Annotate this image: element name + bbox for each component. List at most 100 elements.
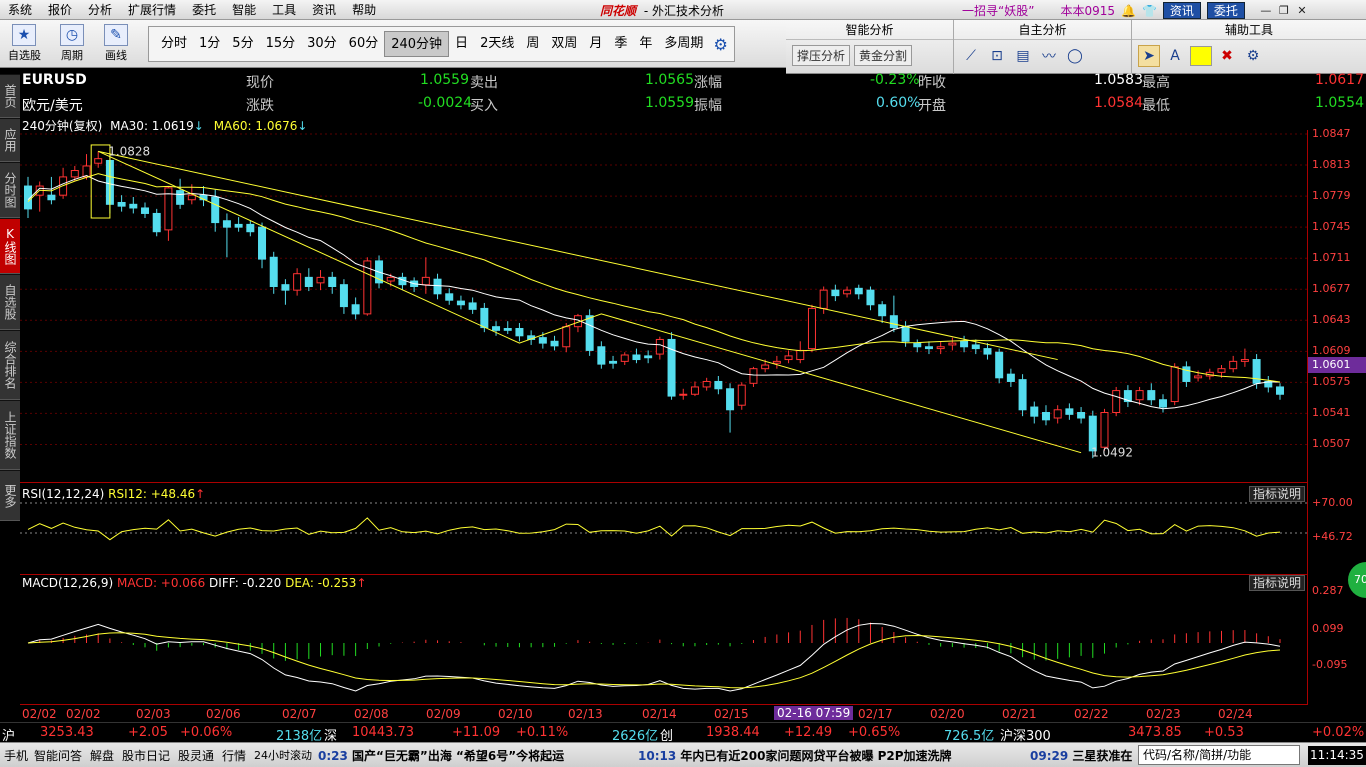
tab-home[interactable]: 首页 xyxy=(0,74,20,118)
news-button[interactable]: 资讯 xyxy=(1162,2,1201,19)
minimize-icon[interactable]: — xyxy=(1259,4,1273,18)
date-tick: 02/13 xyxy=(568,707,603,721)
date-tick: 02/02 xyxy=(22,707,57,721)
period-2[interactable]: 1分 xyxy=(193,31,226,57)
channel-tool-icon[interactable]: ▤ xyxy=(1012,45,1034,67)
candle-body xyxy=(1041,412,1050,421)
golden-section-button[interactable]: 黄金分割 xyxy=(854,45,913,66)
period-6[interactable]: 60分 xyxy=(343,31,385,57)
status-market[interactable]: 行情 xyxy=(222,747,246,764)
rsi-panel[interactable] xyxy=(20,482,1308,574)
draw-tool[interactable]: ✎ 画线 xyxy=(100,24,132,63)
menu-item-analysis[interactable]: 分析 xyxy=(80,1,120,18)
rsi-chart[interactable] xyxy=(20,483,1308,575)
shirt-icon[interactable]: 👕 xyxy=(1142,4,1157,18)
period-9[interactable]: 2天线 xyxy=(474,31,520,57)
news-item-2[interactable]: 10:13 年内已有近200家问题网贷平台被曝 P2P加速洗牌 xyxy=(638,747,952,764)
period-13[interactable]: 季 xyxy=(608,31,633,57)
rsi-help-button[interactable]: 指标说明 xyxy=(1249,486,1306,502)
rect-tool-icon[interactable]: ⊡ xyxy=(986,45,1008,67)
tab-watchlist[interactable]: 自选股 xyxy=(0,274,20,330)
menu-item-tools[interactable]: 工具 xyxy=(264,1,304,18)
menu-item-extended[interactable]: 扩展行情 xyxy=(120,1,184,18)
status-qa[interactable]: 智能问答 xyxy=(34,747,82,764)
macd-help-button[interactable]: 指标说明 xyxy=(1249,575,1306,591)
period-15[interactable]: 多周期 xyxy=(658,31,709,57)
period-4[interactable]: 15分 xyxy=(260,31,302,57)
period-3[interactable]: 5分 xyxy=(226,31,259,57)
value-high: 1.0617 xyxy=(1315,72,1364,88)
period-8[interactable]: 日 xyxy=(449,31,474,57)
maximize-icon[interactable]: ❐ xyxy=(1277,4,1291,18)
cursor-icon[interactable]: ➤ xyxy=(1138,45,1160,67)
menu-item-trade[interactable]: 委托 xyxy=(184,1,224,18)
menu-item-system[interactable]: 系统 xyxy=(0,1,40,18)
status-mobile[interactable]: 手机 xyxy=(4,747,28,764)
period-7[interactable]: 240分钟 xyxy=(384,31,450,57)
rsi-arrow: ↑ xyxy=(195,487,206,501)
period-5[interactable]: 30分 xyxy=(301,31,343,57)
delete-icon[interactable]: ✖ xyxy=(1216,45,1238,67)
tab-intraday[interactable]: 分时图 xyxy=(0,162,20,218)
candle-body xyxy=(386,276,395,282)
status-rolling[interactable]: 24小时滚动 xyxy=(254,747,312,763)
value-buy: 1.0559 xyxy=(645,95,694,111)
status-diary[interactable]: 股市日记 xyxy=(122,747,170,764)
tab-ranking[interactable]: 综合排名 xyxy=(0,330,20,400)
period-10[interactable]: 周 xyxy=(520,31,545,57)
gear-icon[interactable]: ⚙ xyxy=(713,35,727,54)
candle-body xyxy=(1018,379,1027,411)
close-icon[interactable]: ✕ xyxy=(1295,4,1309,18)
kline-chart[interactable]: 1.0828 1.0492 xyxy=(20,130,1308,482)
tab-more[interactable]: 更多 xyxy=(0,470,20,521)
label-sell: 卖出 xyxy=(470,75,498,91)
text-tool-icon[interactable]: A xyxy=(1164,45,1186,67)
date-tick: 02/22 xyxy=(1074,707,1109,721)
news-time-1: 0:23 xyxy=(318,749,348,763)
search-input[interactable]: 代码/名称/简拼/功能 xyxy=(1138,745,1300,765)
news-item-1[interactable]: 0:23 国产“巨无霸”出海 “希望6号”今将起运 xyxy=(318,747,564,764)
trade-button[interactable]: 委托 xyxy=(1206,2,1245,19)
period-14[interactable]: 年 xyxy=(633,31,658,57)
candle-body xyxy=(866,289,875,306)
brand-logo: 同花顺 xyxy=(600,4,637,18)
line-tool-icon[interactable]: ⟋ xyxy=(960,45,982,67)
support-resistance-button[interactable]: 撑压分析 xyxy=(792,45,851,66)
period-tool[interactable]: ◷ 周期 xyxy=(56,24,88,63)
menu-item-help[interactable]: 帮助 xyxy=(344,1,384,18)
macd-panel[interactable] xyxy=(20,574,1308,704)
kline-panel[interactable]: 1.0828 1.0492 xyxy=(20,130,1308,482)
bell-icon[interactable]: 🔔 xyxy=(1121,4,1136,18)
news-item-3[interactable]: 09:29 三星获准在 xyxy=(1030,747,1132,764)
aux-tools-group: 辅助工具 ➤ A ✖ ⚙ xyxy=(1132,20,1366,74)
settings-icon[interactable]: ⚙ xyxy=(1242,45,1264,67)
status-notify[interactable]: 股灵通 xyxy=(178,747,214,764)
candle-body xyxy=(538,337,547,344)
color-picker[interactable] xyxy=(1190,46,1212,66)
tab-kline[interactable]: K线图 xyxy=(0,218,20,274)
wave-tool-icon[interactable]: 〰 xyxy=(1038,45,1060,67)
circle-tool-icon[interactable]: ◯ xyxy=(1064,45,1086,67)
menu-item-quote[interactable]: 报价 xyxy=(40,1,80,18)
tab-shanghai-index[interactable]: 上证指数 xyxy=(0,400,20,470)
label-high: 最高 xyxy=(1142,75,1170,91)
candle-body xyxy=(901,326,910,342)
candle-body xyxy=(913,342,922,348)
status-analysis[interactable]: 解盘 xyxy=(90,747,114,764)
price-axis: 1.0601 1.0847 1.0813 1.0779 1.0745 1.0711 1.0… xyxy=(1308,127,1366,482)
period-12[interactable]: 月 xyxy=(583,31,608,57)
price-tick: 1.0643 xyxy=(1312,313,1351,327)
menu-item-news[interactable]: 资讯 xyxy=(304,1,344,18)
ad-link[interactable]: 一招寻“妖股” xyxy=(962,2,1034,19)
tab-apps[interactable]: 应用 xyxy=(0,118,20,162)
app-window: 系统 报价 分析 扩展行情 委托 智能 工具 资讯 帮助 同花顺 - 外汇技术分… xyxy=(0,0,1366,767)
candle-body xyxy=(1053,409,1062,419)
candle-body xyxy=(831,289,840,297)
clock: 11:14:35 xyxy=(1308,746,1366,765)
macd-chart[interactable] xyxy=(20,575,1308,705)
period-1[interactable]: 分时 xyxy=(155,31,193,57)
candle-body xyxy=(468,302,477,310)
watchlist-tool[interactable]: ★ 自选股 xyxy=(8,24,41,63)
menu-item-smart[interactable]: 智能 xyxy=(224,1,264,18)
period-11[interactable]: 双周 xyxy=(545,31,583,57)
